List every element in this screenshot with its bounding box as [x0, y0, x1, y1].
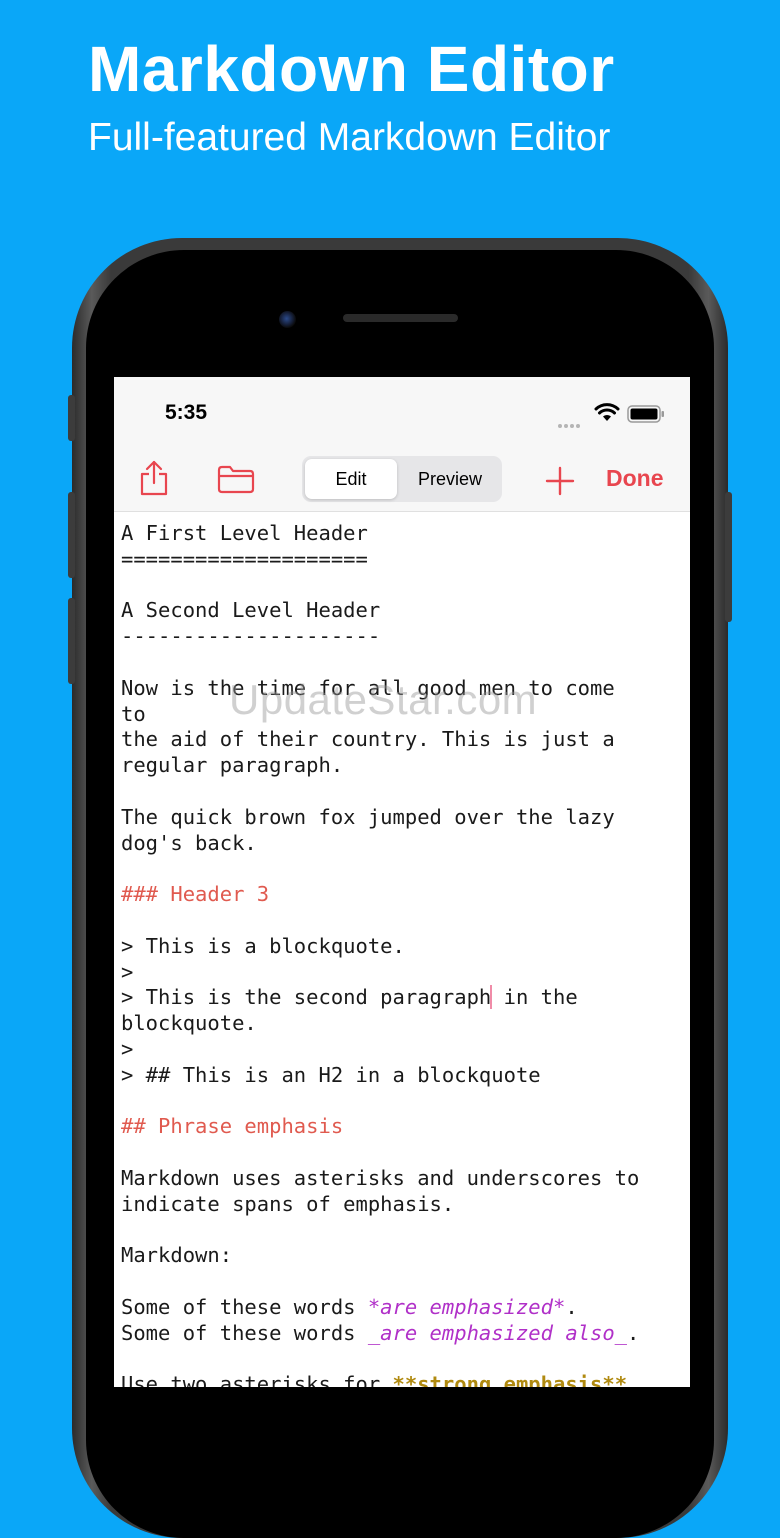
- editor-line: Markdown:: [121, 1243, 233, 1268]
- editor-line: blockquote.: [121, 1011, 257, 1036]
- editor-line: ---------------------: [121, 624, 381, 649]
- phone-side-button: [68, 492, 75, 578]
- editor-line: > This is the second paragraph: [121, 985, 492, 1010]
- editor-line: .: [565, 1294, 578, 1319]
- editor-line: indicate spans of emphasis.: [121, 1191, 455, 1216]
- editor-line: A First Level Header: [121, 521, 368, 545]
- editor-emphasis: *are emphasized*: [367, 1294, 566, 1319]
- editor-line: Markdown uses asterisks and underscores …: [121, 1165, 640, 1190]
- editor-line: ====================: [121, 546, 368, 571]
- editor-emphasis: _are emphasized also_: [367, 1320, 628, 1345]
- editor-line: A Second Level Header: [121, 598, 381, 623]
- editor-line: The quick brown fox jumped over the lazy: [121, 804, 615, 829]
- phone-side-button: [68, 395, 75, 441]
- editor-line: >: [121, 1036, 134, 1061]
- editor-line: dog's back.: [121, 830, 257, 855]
- editor-line: Some of these words: [121, 1294, 368, 1319]
- add-icon[interactable]: [544, 465, 576, 497]
- battery-icon: [627, 405, 664, 423]
- editor-line-heading: ## Phrase emphasis: [121, 1114, 344, 1139]
- status-time: 5:35: [165, 401, 208, 424]
- tab-edit[interactable]: Edit: [305, 459, 397, 499]
- tab-preview[interactable]: Preview: [402, 459, 498, 499]
- editor-line: regular paragraph.: [121, 753, 344, 778]
- markdown-text-editor[interactable]: A First Level Header ===================…: [121, 521, 686, 1387]
- watermark: UpdateStar.com: [229, 676, 538, 723]
- editor-line: in the: [491, 985, 578, 1010]
- phone-side-button: [725, 492, 732, 622]
- editor-line-heading: ### Header 3: [121, 882, 270, 907]
- editor-line: >: [121, 959, 134, 984]
- done-button[interactable]: Done: [606, 465, 664, 492]
- promo-subtitle: Full-featured Markdown Editor: [88, 116, 611, 159]
- share-icon[interactable]: [138, 459, 170, 497]
- promo-title: Markdown Editor: [88, 33, 615, 105]
- folder-icon[interactable]: [217, 464, 255, 494]
- speaker-grille: [343, 314, 458, 322]
- editor-line: > ## This is an H2 in a blockquote: [121, 1062, 541, 1087]
- editor-line: Use two asterisks for: [121, 1372, 393, 1387]
- app-screen: 5:35 Edit Preview Done A First Level Hea…: [114, 377, 690, 1387]
- editor-strong: **strong emphasis**: [392, 1372, 628, 1387]
- editor-line: the aid of their country. This is just a: [121, 727, 615, 752]
- wifi-icon: [594, 403, 620, 421]
- editor-line: .: [627, 1320, 640, 1345]
- phone-side-button: [68, 598, 75, 684]
- editor-line: to: [121, 701, 146, 726]
- camera-icon: [279, 311, 296, 328]
- editor-toolbar: Edit Preview Done: [114, 437, 690, 512]
- cellular-signal-icon: [558, 415, 582, 433]
- edit-preview-segmented-control: Edit Preview: [302, 456, 502, 502]
- editor-line: Some of these words: [121, 1320, 368, 1345]
- editor-line: > This is a blockquote.: [121, 933, 405, 958]
- status-bar: 5:35: [114, 377, 690, 437]
